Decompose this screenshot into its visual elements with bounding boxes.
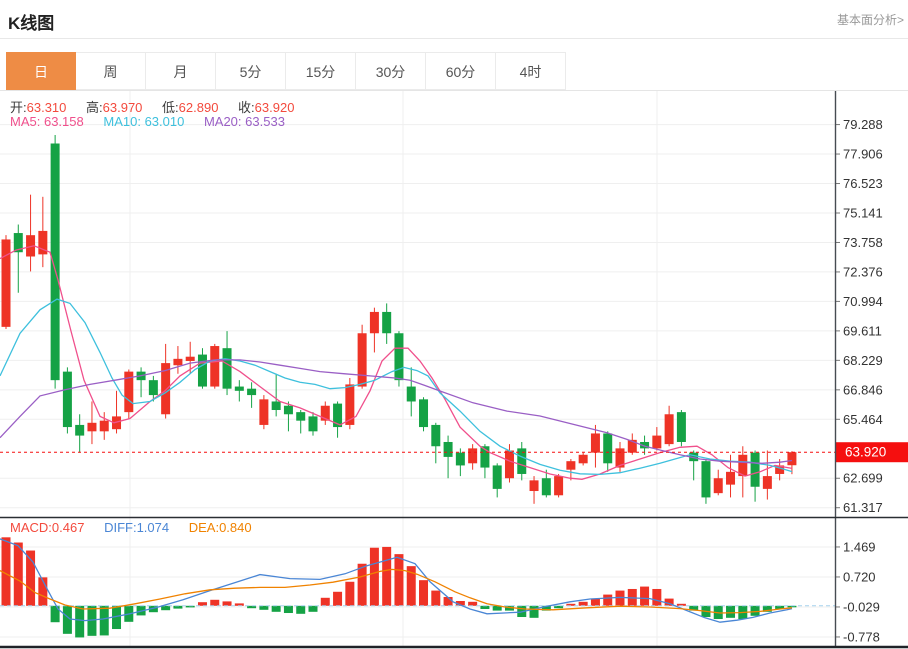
svg-text:72.376: 72.376 xyxy=(843,264,883,279)
tab-15min[interactable]: 15分 xyxy=(286,52,356,90)
svg-text:76.523: 76.523 xyxy=(843,176,883,191)
svg-text:69.611: 69.611 xyxy=(843,323,882,338)
macd-value: 0.467 xyxy=(51,520,85,535)
chart-canvas: 63.920 79.288 77.906 76.523 75.141 73.758 72.3… xyxy=(0,91,908,649)
low-label: 低: xyxy=(162,100,179,115)
tab-5min[interactable]: 5分 xyxy=(216,52,286,90)
open-label: 开: xyxy=(10,100,27,115)
macd-label: MACD: xyxy=(10,520,52,535)
gridlines-layer xyxy=(0,91,835,646)
close-label: 收: xyxy=(238,100,255,115)
svg-text:63.920: 63.920 xyxy=(845,445,886,460)
tab-30min[interactable]: 30分 xyxy=(356,52,426,90)
tab-4hour[interactable]: 4时 xyxy=(496,52,566,90)
svg-text:62.699: 62.699 xyxy=(843,471,883,486)
svg-text:61.317: 61.317 xyxy=(843,500,883,515)
open-value: 63.310 xyxy=(26,100,67,115)
dea-value: 0.840 xyxy=(219,520,252,535)
svg-text:79.288: 79.288 xyxy=(843,117,883,132)
svg-text:68.229: 68.229 xyxy=(843,353,883,368)
ma20-label: MA20: xyxy=(203,114,242,129)
svg-text:75.141: 75.141 xyxy=(843,205,883,220)
kline-page: K线图 基本面分析> 日周月 5分 15分 30分 60分 4时 开:63.310 高:6… xyxy=(0,0,908,649)
dea-label: DEA: xyxy=(188,520,220,535)
tab-day[interactable]: 日 xyxy=(6,52,76,90)
svg-text:77.906: 77.906 xyxy=(843,147,883,162)
ma20-value: 63.533 xyxy=(245,114,285,129)
macd-bars-layer xyxy=(1,537,797,638)
ma10-line xyxy=(0,298,793,476)
current-price-tag: 63.920 xyxy=(836,442,908,463)
page-header: K线图 基本面分析> xyxy=(0,0,908,39)
svg-text:1.469: 1.469 xyxy=(843,539,876,554)
macd-axis-labels: 1.469 0.720 -0.029 -0.778 xyxy=(835,539,880,644)
macd-info: MACD:0.467 DIFF:1.074 DEA:0.840 xyxy=(10,520,268,535)
low-value: 62.890 xyxy=(178,100,219,115)
high-label: 高: xyxy=(86,100,103,115)
ma10-value: 63.010 xyxy=(144,114,185,129)
svg-text:-0.029: -0.029 xyxy=(843,599,880,614)
ma5-label: MA5: xyxy=(10,114,41,129)
tab-week[interactable]: 周 xyxy=(76,52,146,90)
high-value: 63.970 xyxy=(102,100,143,115)
svg-text:66.846: 66.846 xyxy=(843,382,883,397)
period-tabs: 日周月 5分 15分 30分 60分 4时 xyxy=(6,52,566,90)
kline-chart: 开:63.310 高:63.970 低:62.890 收:63.920 MA5:… xyxy=(0,90,908,649)
ma-info: MA5: 63.158 MA10: 63.010 MA20: 63.533 xyxy=(10,114,301,129)
page-title: K线图 xyxy=(8,14,55,33)
close-value: 63.920 xyxy=(254,100,295,115)
tab-month[interactable]: 月 xyxy=(146,52,216,90)
tab-60min[interactable]: 60分 xyxy=(426,52,496,90)
svg-text:70.994: 70.994 xyxy=(843,294,883,309)
svg-text:65.464: 65.464 xyxy=(843,412,883,427)
ma5-value: 63.158 xyxy=(43,114,84,129)
svg-text:0.720: 0.720 xyxy=(843,569,876,584)
ma10-label: MA10: xyxy=(103,114,141,129)
diff-label: DIFF: xyxy=(104,520,137,535)
fundamental-analysis-link[interactable]: 基本面分析> xyxy=(837,11,904,28)
svg-text:73.758: 73.758 xyxy=(843,235,883,250)
svg-text:-0.778: -0.778 xyxy=(843,629,880,644)
diff-value: 1.074 xyxy=(136,520,170,535)
